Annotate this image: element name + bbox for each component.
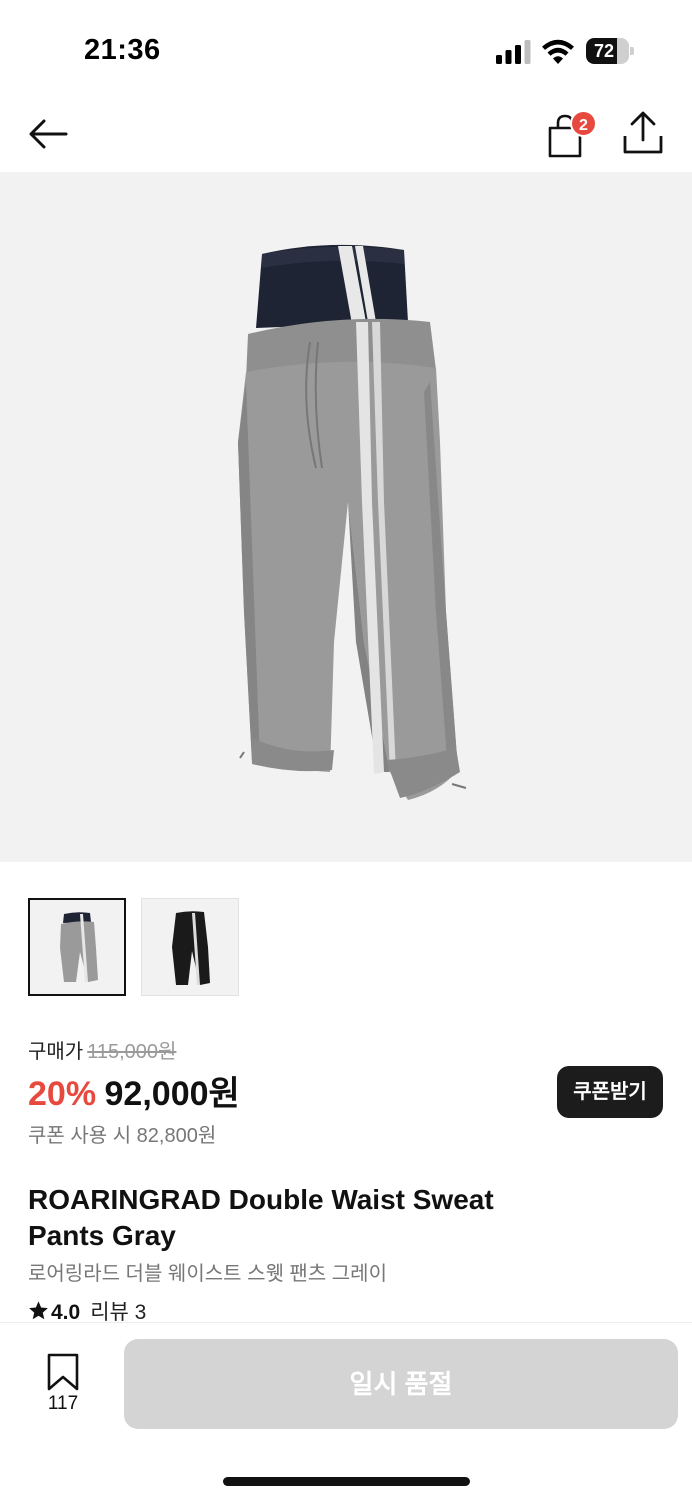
wifi-icon: [542, 39, 574, 64]
rating-value: 4.0: [51, 1301, 81, 1324]
product-main-image[interactable]: [0, 172, 692, 862]
product-title: ROARINGRAD Double Waist Sweat Pants Gray: [28, 1184, 494, 1251]
back-arrow-icon[interactable]: [24, 112, 72, 156]
share-icon[interactable]: [620, 110, 666, 156]
sale-price: 92,000원: [104, 1075, 240, 1113]
discount-rate: 20%: [28, 1075, 97, 1113]
shopping-bag-button[interactable]: 2: [542, 108, 598, 158]
home-indicator: [223, 1477, 470, 1486]
thumbnail-image: [172, 911, 210, 985]
thumbnail-image: [60, 912, 98, 982]
cart-count-badge: 2: [570, 110, 597, 137]
status-bar: 21:36 72: [0, 0, 692, 100]
battery-level: 72: [593, 41, 615, 61]
bookmark-count: 117: [47, 1393, 79, 1414]
battery-icon: 72: [586, 38, 634, 64]
price-label-row: 구매가 115,000원: [28, 1038, 668, 1066]
star-icon: [29, 1301, 48, 1320]
top-nav: 2: [0, 100, 692, 170]
product-subtitle: 로어링라드 더블 웨이스트 스웻 팬츠 그레이: [28, 1263, 387, 1285]
bottom-action-bar: 117 일시 품절: [0, 1322, 692, 1500]
thumbnail-gray[interactable]: [28, 898, 126, 996]
thumbnail-black[interactable]: [141, 898, 239, 996]
coupon-price: 쿠폰 사용 시 82,800원: [28, 1125, 217, 1147]
get-coupon-button[interactable]: 쿠폰받기: [557, 1066, 663, 1118]
original-price: 115,000원: [87, 1041, 177, 1063]
sold-out-button[interactable]: 일시 품절: [124, 1339, 678, 1429]
product-info: ROARINGRAD Double Waist Sweat Pants Gray…: [28, 1182, 568, 1288]
product-photo-pants: [238, 244, 467, 800]
status-time: 21:36: [84, 34, 161, 66]
price-label: 구매가: [28, 1041, 84, 1063]
cellular-signal-icon: [496, 40, 531, 64]
bookmark-button[interactable]: 117: [38, 1353, 88, 1417]
review-count: 리뷰 3: [90, 1301, 147, 1324]
bookmark-icon: [47, 1353, 79, 1391]
